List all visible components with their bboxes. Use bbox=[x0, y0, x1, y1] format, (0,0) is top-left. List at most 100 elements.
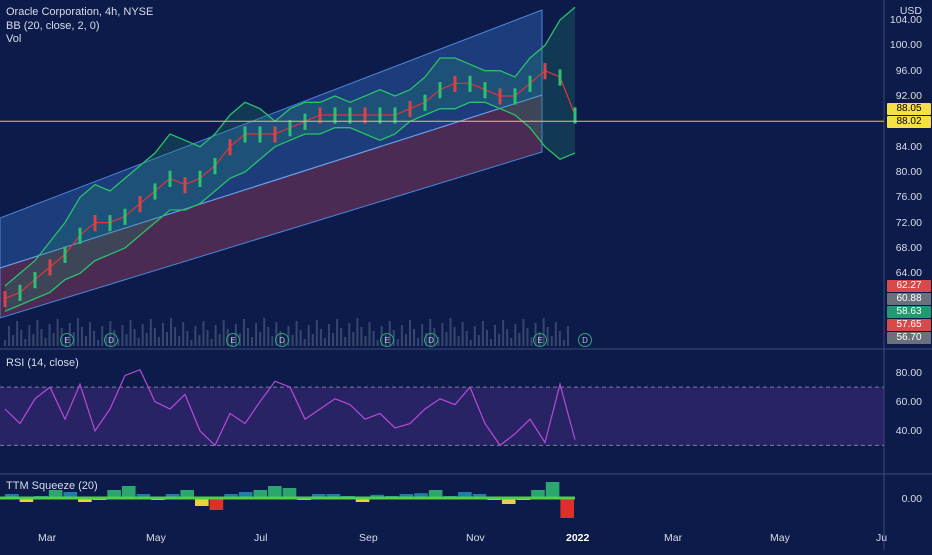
time-axis-tick: Mar bbox=[664, 532, 683, 544]
candle bbox=[423, 94, 427, 111]
volume-bar bbox=[182, 322, 185, 346]
volume-bar bbox=[186, 331, 189, 346]
volume-bar bbox=[554, 322, 557, 346]
earnings-marker[interactable]: E bbox=[380, 333, 394, 347]
volume-bar bbox=[409, 320, 411, 346]
volume-bar bbox=[340, 328, 343, 346]
dividend-marker[interactable]: D bbox=[275, 333, 289, 347]
time-axis-tick: Nov bbox=[466, 532, 485, 544]
volume-bar bbox=[202, 321, 205, 346]
volume-bar bbox=[550, 336, 553, 346]
volume-bar bbox=[506, 329, 509, 346]
volume-bar bbox=[8, 326, 11, 346]
volume-bar bbox=[48, 324, 51, 346]
candle bbox=[138, 196, 142, 213]
price-axis-tick: 80.00 bbox=[895, 165, 922, 178]
volume-bar bbox=[85, 336, 87, 346]
volume-bar bbox=[514, 324, 517, 346]
volume-bar bbox=[44, 338, 47, 346]
volume-bar bbox=[441, 323, 444, 346]
value-tag-5: 56.70 bbox=[887, 332, 931, 344]
price-axis-tick: 84.00 bbox=[895, 140, 922, 153]
volume-bar bbox=[307, 325, 310, 346]
chart-stage[interactable]: Oracle Corporation, 4h, NYSE BB (20, clo… bbox=[0, 0, 932, 550]
volume-bar bbox=[157, 337, 160, 346]
volume-bar bbox=[461, 322, 464, 346]
volume-bar bbox=[40, 329, 43, 346]
volume-bar bbox=[178, 336, 181, 346]
volume-bar bbox=[494, 325, 497, 346]
candle bbox=[123, 208, 127, 225]
legend-vol[interactable]: Vol bbox=[6, 33, 21, 46]
time-axis-tick: May bbox=[146, 532, 166, 544]
volume-bar bbox=[295, 321, 298, 346]
candle bbox=[63, 246, 67, 263]
volume-bar bbox=[174, 327, 177, 346]
candle bbox=[468, 75, 472, 92]
earnings-marker[interactable]: E bbox=[60, 333, 74, 347]
candle bbox=[483, 82, 487, 99]
volume-bar bbox=[76, 318, 79, 346]
candle bbox=[273, 126, 277, 143]
dividend-marker[interactable]: D bbox=[424, 333, 438, 347]
rsi-axis-tick: 80.00 bbox=[895, 366, 922, 379]
value-tag-4: 57.65 bbox=[887, 319, 931, 331]
volume-bar bbox=[469, 340, 472, 346]
volume-bar bbox=[348, 323, 351, 346]
volume-bar bbox=[562, 340, 565, 346]
volume-bar bbox=[93, 331, 96, 346]
candle bbox=[213, 158, 217, 175]
volume-bar bbox=[315, 320, 318, 346]
volume-bar bbox=[473, 326, 476, 346]
volume-bar bbox=[364, 336, 367, 346]
volume-bar bbox=[311, 334, 314, 346]
volume-bar bbox=[247, 328, 249, 346]
legend-ttm[interactable]: TTM Squeeze (20) bbox=[6, 480, 98, 493]
candle bbox=[78, 227, 82, 244]
time-axis-tick: 2022 bbox=[566, 532, 590, 544]
candle bbox=[438, 82, 442, 99]
candle bbox=[168, 170, 172, 187]
ttm-bar bbox=[121, 486, 136, 498]
legend-title[interactable]: Oracle Corporation, 4h, NYSE bbox=[6, 6, 153, 19]
candle bbox=[33, 272, 37, 289]
earnings-marker[interactable]: E bbox=[533, 333, 547, 347]
price-axis-tick: 96.00 bbox=[895, 64, 922, 77]
dividend-marker[interactable]: D bbox=[104, 333, 118, 347]
ttm-bar bbox=[545, 482, 560, 498]
legend-rsi[interactable]: RSI (14, close) bbox=[6, 357, 79, 370]
dividend-marker[interactable]: D bbox=[578, 333, 592, 347]
volume-bar bbox=[170, 318, 173, 346]
chart-canvas[interactable] bbox=[0, 0, 932, 550]
price-axis-tick: 100.00 bbox=[889, 39, 922, 52]
rsi-axis-tick: 60.00 bbox=[895, 395, 922, 408]
candle bbox=[3, 291, 7, 308]
legend-bb[interactable]: BB (20, close, 2, 0) bbox=[6, 20, 100, 33]
volume-bar bbox=[198, 335, 201, 346]
volume-bar bbox=[352, 332, 355, 346]
volume-bar bbox=[32, 334, 35, 346]
price-axis-tick: 68.00 bbox=[895, 241, 922, 254]
candle bbox=[243, 126, 247, 143]
volume-bar bbox=[303, 339, 306, 346]
time-axis-tick: May bbox=[770, 532, 790, 544]
volume-bar bbox=[36, 320, 39, 346]
volume-bar bbox=[263, 318, 266, 346]
volume-bar bbox=[271, 336, 274, 346]
candle bbox=[303, 113, 307, 130]
time-axis-tick: Sep bbox=[359, 532, 378, 544]
rsi-band bbox=[0, 387, 884, 446]
volume-bar bbox=[222, 320, 225, 346]
volume-bar bbox=[255, 323, 258, 346]
volume-bar bbox=[12, 335, 15, 346]
volume-bar bbox=[465, 331, 468, 346]
volume-bar bbox=[510, 338, 513, 346]
volume-bar bbox=[56, 319, 59, 346]
volume-bar bbox=[336, 319, 339, 346]
candle bbox=[288, 120, 292, 137]
volume-bar bbox=[319, 329, 322, 346]
volume-bar bbox=[449, 318, 452, 346]
earnings-marker[interactable]: E bbox=[226, 333, 240, 347]
ttm-axis-zero: 0.00 bbox=[901, 493, 922, 505]
volume-bar bbox=[242, 319, 245, 346]
